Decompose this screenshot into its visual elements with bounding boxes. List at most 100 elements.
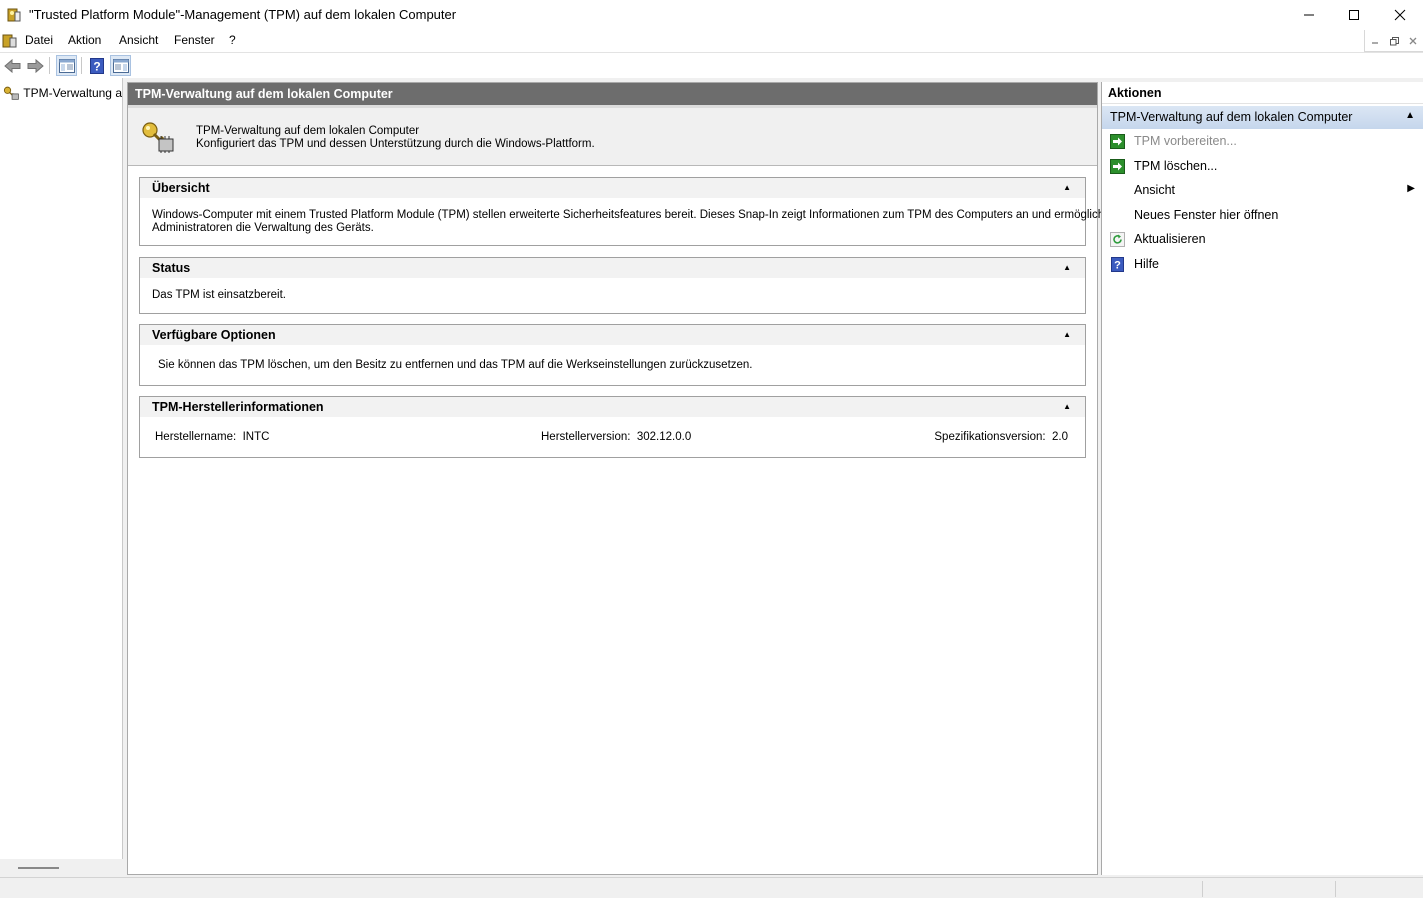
action-pane-icon — [112, 58, 129, 73]
tree-horizontal-scrollbar[interactable] — [0, 859, 123, 877]
action-label: Hilfe — [1134, 256, 1160, 271]
tpm-key-icon — [3, 86, 19, 100]
child-close-button[interactable] — [1404, 33, 1422, 49]
action-label: Neues Fenster hier öffnen — [1134, 207, 1279, 222]
section-status-header[interactable]: Status ▲ — [140, 258, 1085, 278]
menu-ansicht[interactable]: Ansicht — [119, 33, 158, 47]
submenu-arrow-icon: ▶ — [1407, 183, 1415, 195]
section-options: Verfügbare Optionen ▲ Sie können das TPM… — [139, 324, 1086, 386]
manufacturer-version-value: 302.12.0.0 — [636, 431, 692, 443]
collapse-arrow-icon[interactable]: ▲ — [1063, 402, 1071, 411]
minimize-icon — [1304, 14, 1314, 16]
close-icon — [1394, 9, 1406, 21]
status-text: Das TPM ist einsatzbereit. — [152, 289, 287, 301]
tpm-app-icon — [7, 8, 21, 22]
close-button[interactable] — [1377, 0, 1423, 30]
tree-item-tpm-management[interactable]: TPM-Verwaltung a — [3, 84, 122, 102]
scrollbar-thumb[interactable] — [18, 867, 59, 869]
specification-version: Spezifikationsversion: 2.0 — [934, 431, 1068, 443]
console-tree-icon — [58, 58, 75, 73]
options-text: Sie können das TPM löschen, um den Besit… — [158, 359, 753, 371]
section-title: TPM-Herstellerinformationen — [152, 400, 324, 414]
section-options-header[interactable]: Verfügbare Optionen ▲ — [140, 325, 1085, 345]
collapse-arrow-icon[interactable]: ▲ — [1405, 110, 1415, 121]
actions-pane-title: Aktionen — [1102, 82, 1423, 104]
window-title: "Trusted Platform Module"-Management (TP… — [29, 7, 457, 22]
child-restore-button[interactable] — [1385, 33, 1403, 49]
forward-button[interactable] — [24, 55, 45, 76]
actions-group-label: TPM-Verwaltung auf dem lokalen Computer — [1110, 110, 1353, 124]
help-icon: ? — [89, 57, 104, 74]
manufacturer-name-label: Herstellername: — [155, 431, 237, 443]
refresh-icon — [1110, 232, 1125, 248]
collapse-arrow-icon[interactable]: ▲ — [1063, 330, 1071, 339]
action-help[interactable]: ? Hilfe — [1102, 252, 1423, 277]
collapse-arrow-icon[interactable]: ▲ — [1063, 183, 1071, 192]
overview-text-line1: Windows-Computer mit einem Trusted Platf… — [152, 209, 1108, 221]
svg-text:?: ? — [1114, 259, 1121, 271]
action-label: Ansicht — [1134, 183, 1175, 198]
show-hide-action-pane-button[interactable] — [110, 55, 131, 76]
maximize-icon — [1349, 10, 1359, 20]
section-status: Status ▲ Das TPM ist einsatzbereit. — [139, 257, 1086, 314]
title-bar: "Trusted Platform Module"-Management (TP… — [0, 0, 1423, 30]
action-tpm-prepare[interactable]: TPM vorbereiten... — [1102, 129, 1423, 154]
actions-pane: Aktionen TPM-Verwaltung auf dem lokalen … — [1101, 82, 1423, 875]
help-icon: ? — [1111, 256, 1124, 272]
tree-item-label: TPM-Verwaltung a — [23, 86, 122, 100]
main-pane: TPM-Verwaltung auf dem lokalen Computer … — [127, 82, 1107, 875]
section-manufacturer: TPM-Herstellerinformationen ▲ Hersteller… — [139, 396, 1086, 458]
action-refresh[interactable]: Aktualisieren — [1102, 227, 1423, 252]
restore-icon — [1389, 36, 1399, 45]
menu-aktion[interactable]: Aktion — [68, 33, 101, 47]
section-title: Übersicht — [152, 181, 210, 195]
collapse-arrow-icon[interactable]: ▲ — [1063, 263, 1071, 272]
green-arrow-icon — [1110, 134, 1125, 149]
action-new-window[interactable]: Neues Fenster hier öffnen — [1102, 203, 1423, 228]
action-view[interactable]: Ansicht ▶ — [1102, 178, 1423, 203]
section-title: Status — [152, 261, 191, 275]
minimize-button[interactable] — [1286, 0, 1332, 30]
forward-arrow-icon — [27, 58, 44, 73]
show-hide-console-tree-button[interactable] — [56, 55, 77, 76]
section-overview: Übersicht ▲ Windows-Computer mit einem T… — [139, 177, 1107, 246]
action-label: TPM vorbereiten... — [1134, 134, 1237, 148]
help-button[interactable]: ? — [86, 55, 107, 76]
actions-group-header[interactable]: TPM-Verwaltung auf dem lokalen Computer … — [1102, 106, 1423, 129]
toolbar: ? — [0, 52, 1423, 77]
close-icon — [1409, 37, 1417, 45]
specification-version-value: 2.0 — [1052, 431, 1068, 443]
main-pane-header: TPM-Verwaltung auf dem lokalen Computer — [128, 83, 1097, 105]
info-banner: TPM-Verwaltung auf dem lokalen Computer … — [128, 108, 1097, 166]
action-tpm-clear[interactable]: TPM löschen... — [1102, 154, 1423, 179]
mdi-child-buttons — [1364, 30, 1423, 52]
menu-help[interactable]: ? — [229, 33, 236, 47]
menu-datei[interactable]: Datei — [25, 33, 53, 47]
manufacturer-version: Herstellerversion: 302.12.0.0 — [541, 431, 691, 443]
manufacturer-name-value: INTC — [242, 431, 270, 443]
work-area: TPM-Verwaltung a TPM-Verwaltung auf dem … — [0, 78, 1423, 877]
svg-text:?: ? — [93, 59, 100, 73]
green-arrow-icon — [1110, 158, 1125, 174]
action-label: TPM löschen... — [1134, 158, 1218, 173]
back-arrow-icon — [3, 58, 20, 73]
manufacturer-version-label: Herstellerversion: — [541, 431, 631, 443]
section-title: Verfügbare Optionen — [152, 328, 276, 342]
console-tree: TPM-Verwaltung a — [0, 78, 123, 877]
menu-bar: Datei Aktion Ansicht Fenster ? — [0, 30, 1423, 52]
mmc-console-icon[interactable] — [2, 33, 18, 49]
banner-description: Konfiguriert das TPM und dessen Unterstü… — [196, 138, 595, 150]
overview-text-line2: Administratoren die Verwaltung des Gerät… — [152, 222, 374, 234]
section-overview-header[interactable]: Übersicht ▲ — [140, 178, 1085, 198]
banner-title: TPM-Verwaltung auf dem lokalen Computer — [196, 125, 420, 137]
section-manufacturer-header[interactable]: TPM-Herstellerinformationen ▲ — [140, 397, 1085, 417]
status-bar — [0, 877, 1423, 898]
maximize-button[interactable] — [1331, 0, 1377, 30]
action-label: Aktualisieren — [1134, 232, 1206, 247]
back-button[interactable] — [2, 55, 23, 76]
minimize-icon — [1372, 42, 1378, 44]
specification-version-label: Spezifikationsversion: — [934, 431, 1046, 443]
child-minimize-button[interactable] — [1366, 33, 1384, 49]
menu-fenster[interactable]: Fenster — [174, 33, 215, 47]
tpm-key-chip-icon — [142, 122, 174, 153]
